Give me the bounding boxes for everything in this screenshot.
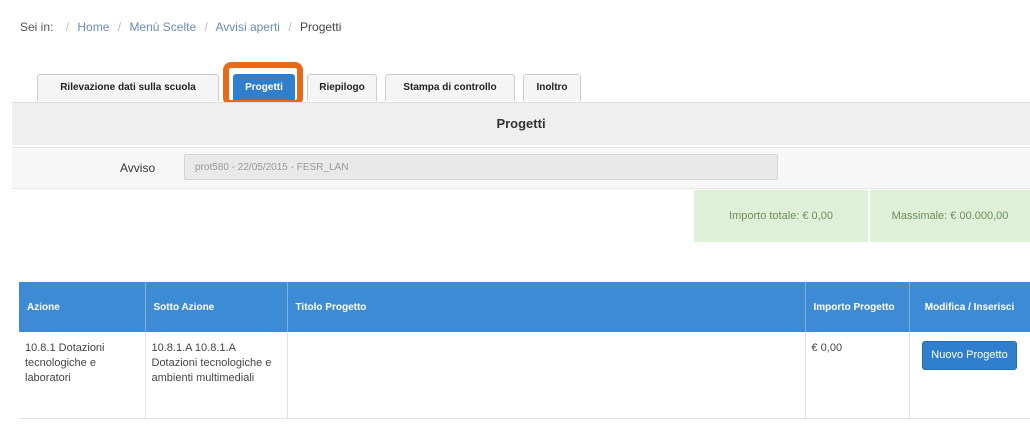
nuovo-progetto-button[interactable]: Nuovo Progetto xyxy=(922,341,1017,370)
breadcrumb-home-link[interactable]: Home xyxy=(77,20,109,34)
massimale-badge: Massimale: € 00.000,00 xyxy=(870,190,1030,242)
progetti-table: Azione Sotto Azione Titolo Progetto Impo… xyxy=(19,282,1030,419)
importo-totale-badge: Importo totale: € 0,00 xyxy=(694,190,868,242)
header-titolo-progetto: Titolo Progetto xyxy=(287,282,806,332)
cell-sotto-azione: 10.8.1.A 10.8.1.A Dotazioni tecnologiche… xyxy=(145,332,288,419)
breadcrumb-avvisi-link[interactable]: Avvisi aperti xyxy=(216,20,280,34)
avviso-row: Avviso xyxy=(12,147,1030,189)
tab-progetti[interactable]: Progetti xyxy=(233,74,295,101)
header-modifica-inserisci: Modifica / Inserisci xyxy=(909,282,1030,332)
avviso-label: Avviso xyxy=(120,161,156,175)
tab-inoltro[interactable]: Inoltro xyxy=(523,74,581,101)
header-azione: Azione xyxy=(19,282,146,332)
cell-importo: € 0,00 xyxy=(805,332,910,419)
progetti-panel: Progetti Avviso Importo totale: € 0,00 M… xyxy=(12,102,1030,434)
cell-titolo xyxy=(287,332,806,419)
avviso-field[interactable] xyxy=(184,154,778,180)
cell-azione: 10.8.1 Dotazioni tecnologiche e laborato… xyxy=(19,332,146,419)
tab-stampa[interactable]: Stampa di controllo xyxy=(385,74,515,101)
header-importo-progetto: Importo Progetto xyxy=(805,282,910,332)
breadcrumb-menu-link[interactable]: Menù Scelte xyxy=(129,20,196,34)
cell-action: Nuovo Progetto xyxy=(909,332,1030,419)
panel-title: Progetti xyxy=(12,102,1030,145)
breadcrumb: Sei in: / Home / Menù Scelte / Avvisi ap… xyxy=(20,20,342,34)
table-header-row: Azione Sotto Azione Titolo Progetto Impo… xyxy=(19,282,1030,332)
header-sotto-azione: Sotto Azione xyxy=(145,282,288,332)
breadcrumb-current: Progetti xyxy=(300,20,342,34)
tab-riepilogo[interactable]: Riepilogo xyxy=(307,74,377,101)
table-row: 10.8.1 Dotazioni tecnologiche e laborato… xyxy=(19,332,1030,419)
tab-rilevazione[interactable]: Rilevazione dati sulla scuola xyxy=(37,74,219,101)
breadcrumb-prefix: Sei in: xyxy=(20,20,54,34)
